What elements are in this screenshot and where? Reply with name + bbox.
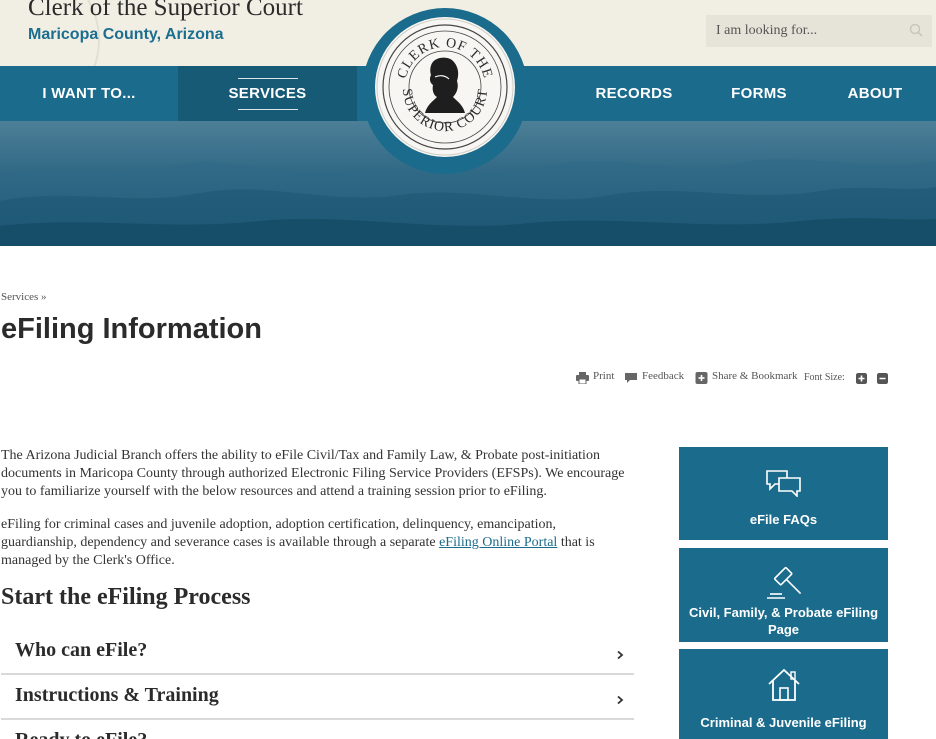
nav-item-forms[interactable]: FORMS [704,66,814,121]
plus-box-icon [695,372,708,384]
tile-efile-faqs[interactable]: eFile FAQs [679,447,888,540]
font-decrease-icon[interactable] [877,373,888,384]
house-icon [768,668,800,701]
nav-item-label: SERVICES [228,85,307,102]
site-title[interactable]: Clerk of the Superior Court [28,0,303,22]
nav-item-about[interactable]: ABOUT [818,66,932,121]
share-bookmark-link[interactable]: Share & Bookmark [695,370,798,386]
chevron-right-icon [617,651,624,659]
printer-icon [576,372,589,384]
tile-label: Criminal & Juvenile eFiling [700,715,867,730]
accordion-ready-to-efile[interactable]: Ready to eFile? [1,721,634,739]
font-size-label: Font Size: [804,372,845,383]
breadcrumb: Services » [1,291,47,303]
gavel-icon [767,567,801,599]
intro-paragraph: The Arizona Judicial Branch offers the a… [1,448,625,499]
tile-label: Civil, Family, & Probate eFiling Page [688,605,879,637]
criminal-efiling-paragraph: eFiling for criminal cases and juvenile … [1,516,621,570]
feedback-label: Feedback [642,370,685,382]
tile-civil-family-probate[interactable]: Civil, Family, & Probate eFiling Page [679,548,888,642]
accordion-label: Instructions & Training [15,684,219,706]
accordion-instructions-training[interactable]: Instructions & Training [1,676,634,720]
site-subtitle[interactable]: Maricopa County, Arizona [28,26,224,44]
active-indicator-bottom [237,109,298,110]
court-seal-logo[interactable]: CLERK OF THE SUPERIOR COURT [375,17,515,157]
feedback-link[interactable]: Feedback [625,370,685,386]
chevron-right-icon [617,696,624,704]
efiling-online-portal-link[interactable]: eFiling Online Portal [439,535,557,550]
chat-bubbles-icon [766,470,801,497]
active-indicator-top [237,78,298,79]
nav-item-label: FORMS [731,85,787,102]
search-input[interactable] [706,15,932,47]
breadcrumb-separator: » [41,291,47,303]
font-increase-icon[interactable] [856,373,867,384]
nav-item-i-want-to[interactable]: I WANT TO... [0,66,178,121]
tile-criminal-juvenile[interactable]: Criminal & Juvenile eFiling [679,649,888,739]
share-label: Share & Bookmark [712,370,798,382]
search-icon[interactable] [909,23,923,37]
nav-item-services[interactable]: SERVICES [178,66,357,121]
breadcrumb-link-services[interactable]: Services [1,291,38,303]
accordion-label: Who can eFile? [15,639,148,661]
nav-item-label: ABOUT [847,85,903,102]
nav-item-label: I WANT TO... [42,85,136,102]
speech-bubble-icon [625,373,637,383]
nav-item-label: RECORDS [595,85,673,102]
tile-label: eFile FAQs [749,512,818,527]
page-title: eFiling Information [1,313,262,345]
print-label: Print [593,370,615,382]
section-title: Start the eFiling Process [1,584,251,610]
accordion-label: Ready to eFile? [15,729,147,739]
accordion-who-can-efile[interactable]: Who can eFile? [1,631,634,675]
nav-item-records[interactable]: RECORDS [574,66,694,121]
print-link[interactable]: Print [576,370,618,386]
